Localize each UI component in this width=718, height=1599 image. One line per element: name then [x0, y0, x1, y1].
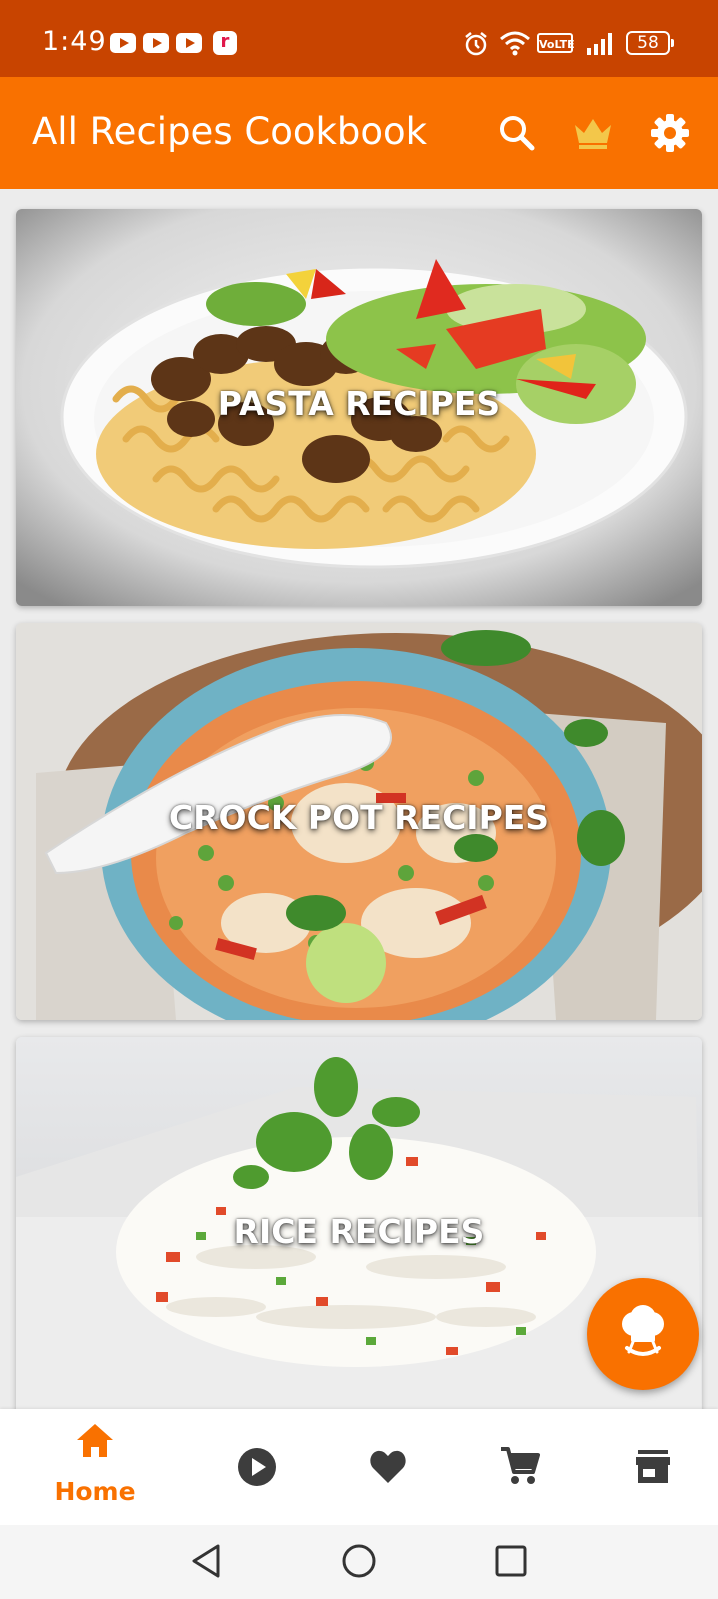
alarm-icon — [465, 32, 487, 56]
status-bar: 1:49 r VoLTE 58 — [0, 0, 718, 77]
battery-icon: 58 — [626, 31, 674, 55]
crown-icon[interactable] — [571, 111, 615, 155]
store-icon — [636, 1450, 670, 1483]
chef-hat-icon — [622, 1305, 664, 1356]
bottom-nav: Home — [0, 1409, 718, 1525]
system-nav-bar — [0, 1525, 718, 1599]
nav-item-favorites[interactable] — [323, 1409, 453, 1525]
volte-icon: VoLTE — [537, 33, 575, 53]
back-icon[interactable] — [188, 1542, 224, 1580]
youtube-icon — [110, 33, 136, 53]
heart-icon — [370, 1450, 406, 1483]
youtube-icon — [176, 33, 202, 53]
category-card-crock-pot[interactable]: CROCK POT RECIPES — [16, 623, 702, 1020]
r-app-icon: r — [213, 31, 237, 55]
recents-icon[interactable] — [494, 1544, 528, 1578]
home-icon — [77, 1424, 113, 1457]
category-feed: PASTA RECIPES CROCK POT RECIPES RICE REC… — [0, 189, 718, 1409]
nav-item-videos[interactable] — [192, 1409, 322, 1525]
app-title: All Recipes Cookbook — [32, 110, 428, 153]
settings-icon[interactable] — [648, 111, 692, 155]
category-label: PASTA RECIPES — [217, 384, 501, 423]
category-card-pasta[interactable]: PASTA RECIPES — [16, 209, 702, 606]
category-label: CROCK POT RECIPES — [168, 798, 550, 837]
chef-fab-button[interactable] — [587, 1278, 699, 1390]
nav-label-home: Home — [54, 1477, 136, 1506]
home-circle-icon[interactable] — [341, 1543, 377, 1579]
search-icon[interactable] — [495, 111, 539, 155]
nav-item-home[interactable]: Home — [30, 1409, 160, 1525]
status-time: 1:49 — [42, 26, 107, 57]
nav-item-cart[interactable] — [454, 1409, 584, 1525]
signal-icon — [587, 33, 612, 55]
wifi-icon — [500, 31, 530, 56]
youtube-icon — [143, 33, 169, 53]
cart-icon — [501, 1447, 540, 1484]
nav-item-store[interactable] — [588, 1409, 718, 1525]
play-circle-icon — [238, 1448, 276, 1486]
app-bar: All Recipes Cookbook — [0, 77, 718, 189]
category-label: RICE RECIPES — [233, 1212, 485, 1251]
